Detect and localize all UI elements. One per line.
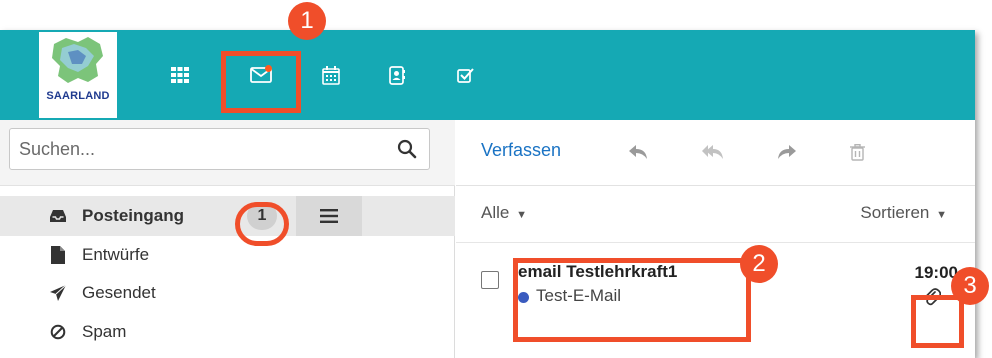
compose-button[interactable]: Verfassen xyxy=(481,140,561,161)
calendar-icon[interactable] xyxy=(320,64,342,86)
annotation-box-message xyxy=(513,258,751,342)
folder-inbox[interactable]: Posteingang 1 xyxy=(0,196,455,236)
spam-icon xyxy=(48,322,68,342)
forward-icon[interactable] xyxy=(775,140,799,164)
folder-label: Spam xyxy=(82,322,127,341)
sort-label: Sortieren xyxy=(860,203,930,222)
reply-all-icon[interactable] xyxy=(701,140,725,164)
folder-label: Posteingang xyxy=(82,206,185,225)
hamburger-icon xyxy=(320,209,338,223)
caret-down-icon: ▼ xyxy=(516,209,527,221)
search-box xyxy=(9,128,430,170)
folder-sidebar: Posteingang 1 Entwürfe Gesendet Spam xyxy=(0,120,455,358)
annotation-box-mail xyxy=(221,51,301,113)
trash-icon[interactable] xyxy=(845,140,869,164)
saarland-logo[interactable]: SAARLAND xyxy=(39,32,117,118)
sort-dropdown[interactable]: Sortieren ▼ xyxy=(860,203,947,223)
annotation-circle-count xyxy=(235,202,289,246)
search-icon[interactable] xyxy=(397,139,419,161)
reply-icon[interactable] xyxy=(626,140,650,164)
folder-sent[interactable]: Gesendet xyxy=(0,274,455,312)
contacts-icon[interactable] xyxy=(386,64,408,86)
webmail-window: SAARLAND Suchen... Posteingang 1 Entwürf… xyxy=(0,30,975,358)
tasks-icon[interactable] xyxy=(455,64,477,86)
mail-toolbar: Verfassen xyxy=(456,120,975,186)
draft-file-icon xyxy=(48,245,68,265)
annotation-number: 1 xyxy=(288,2,326,40)
list-divider xyxy=(456,242,975,243)
saarland-map-icon xyxy=(52,37,103,83)
send-icon xyxy=(48,283,68,303)
search-area xyxy=(0,120,455,186)
caret-down-icon: ▼ xyxy=(936,209,947,221)
folder-label: Entwürfe xyxy=(82,245,150,264)
filter-dropdown[interactable]: Alle ▼ xyxy=(481,203,527,223)
folder-drafts[interactable]: Entwürfe xyxy=(0,236,455,274)
inbox-icon xyxy=(48,206,68,226)
folder-spam[interactable]: Spam xyxy=(0,312,455,352)
message-select-checkbox[interactable] xyxy=(481,271,499,289)
annotation-number: 2 xyxy=(740,245,778,283)
search-input[interactable] xyxy=(10,138,380,160)
logo-text: SAARLAND xyxy=(46,90,110,102)
folder-label: Gesendet xyxy=(82,283,156,302)
annotation-number: 3 xyxy=(951,267,989,305)
top-navigation-bar: SAARLAND xyxy=(0,30,975,120)
folder-menu-button[interactable] xyxy=(296,196,362,236)
apps-grid-icon[interactable] xyxy=(169,64,191,86)
annotation-box-attachment xyxy=(911,295,964,348)
filter-label: Alle xyxy=(481,203,510,222)
